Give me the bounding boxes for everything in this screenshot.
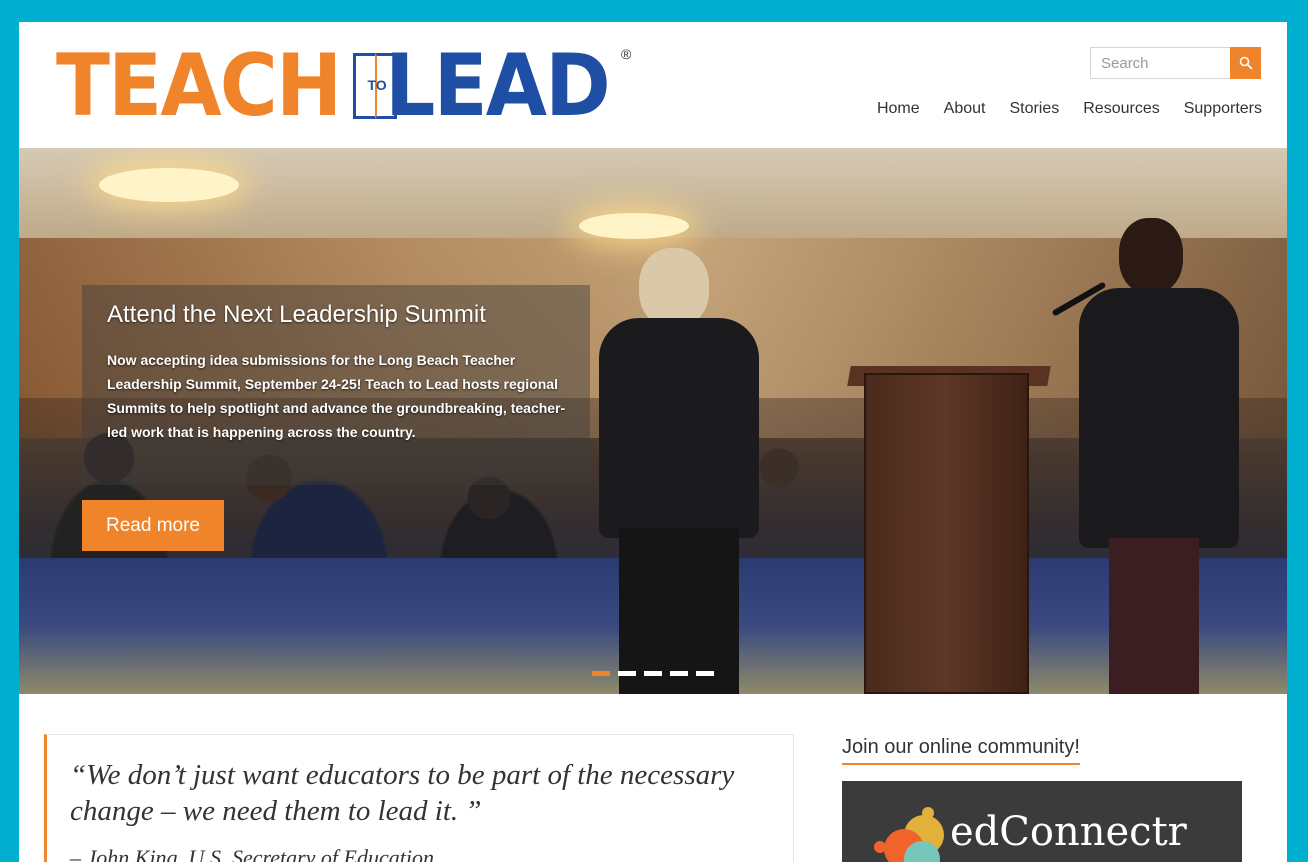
hero-photo-listener xyxy=(579,248,759,694)
hero-text: Now accepting idea submissions for the L… xyxy=(107,352,566,440)
hero-slider: Attend the Next Leadership Summit Now ac… xyxy=(19,148,1287,694)
community-title: Join our online community! xyxy=(842,736,1080,765)
nav-supporters[interactable]: Supporters xyxy=(1184,100,1262,118)
slider-dot[interactable] xyxy=(592,671,610,676)
hero-title: Attend the Next Leadership Summit xyxy=(107,301,486,328)
teach-to-lead-logo[interactable]: TEACH TO LEAD xyxy=(56,36,629,136)
ceiling-lamp xyxy=(579,213,689,239)
slider-dot[interactable] xyxy=(618,671,636,676)
slider-pagination xyxy=(592,671,714,676)
slider-dot[interactable] xyxy=(644,671,662,676)
hero-photo-speaker xyxy=(1059,208,1239,694)
search-icon xyxy=(1239,56,1252,70)
logo-teach-text: TEACH xyxy=(56,36,342,136)
edconnectr-label: edConnectr xyxy=(950,809,1187,855)
nav-about[interactable]: About xyxy=(944,100,986,118)
podium xyxy=(864,373,1029,694)
ceiling-lamp xyxy=(99,168,239,202)
search-form xyxy=(1090,47,1261,79)
edconnectr-logo-icon xyxy=(874,807,944,862)
page: TEACH TO LEAD ® Home About Stories Resou… xyxy=(19,22,1287,862)
registered-mark: ® xyxy=(621,46,632,62)
quote-text: “We don’t just want educators to be part… xyxy=(70,759,735,827)
quote-box: “We don’t just want educators to be part… xyxy=(44,734,794,862)
nav-stories[interactable]: Stories xyxy=(1009,100,1059,118)
nav-resources[interactable]: Resources xyxy=(1083,100,1159,118)
site-header: TEACH TO LEAD ® Home About Stories Resou… xyxy=(19,22,1287,148)
search-button[interactable] xyxy=(1230,47,1261,79)
quote-attribution: – John King, U.S. Secretary of Education xyxy=(70,845,434,862)
main-nav: Home About Stories Resources Supporters xyxy=(853,100,1262,118)
read-more-button[interactable]: Read more xyxy=(82,500,224,551)
nav-home[interactable]: Home xyxy=(877,100,920,118)
slider-dot[interactable] xyxy=(670,671,688,676)
slider-dot[interactable] xyxy=(696,671,714,676)
search-input[interactable] xyxy=(1090,47,1230,79)
logo-lead-text: LEAD xyxy=(385,36,611,136)
edconnectr-banner[interactable]: edConnectr xyxy=(842,781,1242,862)
